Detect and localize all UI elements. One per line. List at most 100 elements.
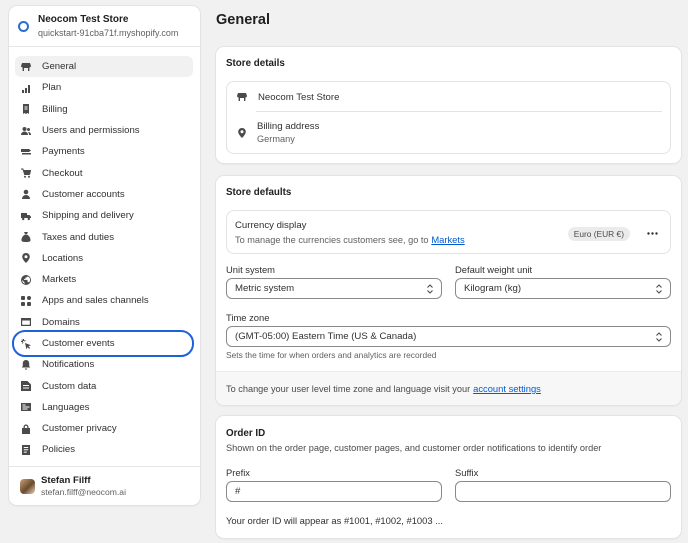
store-switcher[interactable]: Neocom Test Store quickstart-91cba71f.my… bbox=[9, 6, 200, 47]
store-name-row[interactable]: Neocom Test Store bbox=[237, 90, 339, 104]
chevron-updown-icon bbox=[656, 284, 662, 294]
language-icon bbox=[21, 402, 31, 412]
chevron-updown-icon bbox=[656, 332, 662, 342]
unit-system-label: Unit system bbox=[226, 264, 275, 275]
sidebar-item-policies[interactable]: Policies bbox=[15, 439, 193, 460]
lock-icon bbox=[21, 424, 31, 434]
chevron-updown-icon bbox=[427, 284, 433, 294]
person-icon bbox=[21, 189, 31, 200]
sidebar-item-domains[interactable]: Domains bbox=[15, 312, 193, 333]
unit-system-select[interactable]: Metric system bbox=[226, 278, 442, 299]
sidebar-item-label: Apps and sales channels bbox=[42, 295, 149, 307]
store-details-card: Store details Neocom Test Store Billing … bbox=[216, 47, 681, 163]
currency-display-desc-row: To manage the currencies customers see, … bbox=[235, 234, 465, 246]
ellipsis-icon bbox=[646, 231, 658, 235]
sidebar-item-users[interactable]: Users and permissions bbox=[15, 120, 193, 141]
location-pin-icon bbox=[238, 128, 246, 138]
sidebar-item-taxes[interactable]: Taxes and duties bbox=[15, 226, 193, 247]
prefix-input[interactable]: # bbox=[226, 481, 442, 502]
store-details-box: Neocom Test Store Billing address German… bbox=[226, 81, 671, 154]
prefix-label: Prefix bbox=[226, 467, 250, 478]
sidebar-item-label: Languages bbox=[42, 401, 90, 413]
more-actions-button[interactable] bbox=[644, 225, 660, 241]
store-icon bbox=[237, 93, 247, 101]
order-id-card: Order ID Shown on the order page, custom… bbox=[216, 416, 681, 538]
sidebar-item-label: General bbox=[42, 61, 77, 73]
sidebar-item-apps-channels[interactable]: Apps and sales channels bbox=[15, 290, 193, 311]
unit-system-value: Metric system bbox=[235, 283, 295, 294]
store-domain: quickstart-91cba71f.myshopify.com bbox=[38, 27, 179, 38]
store-name-value: Neocom Test Store bbox=[258, 91, 340, 103]
cursor-click-icon bbox=[21, 338, 31, 349]
avatar bbox=[20, 478, 35, 494]
sidebar-item-payments[interactable]: Payments bbox=[15, 141, 193, 162]
card-title: Store defaults bbox=[226, 187, 292, 198]
bell-icon bbox=[21, 359, 31, 370]
sidebar-item-notifications[interactable]: Notifications bbox=[15, 354, 193, 375]
store-name: Neocom Test Store bbox=[38, 13, 129, 25]
time-zone-value: (GMT-05:00) Eastern Time (US & Canada) bbox=[235, 331, 417, 342]
page-title: General bbox=[216, 12, 270, 28]
sidebar-item-label: Customer privacy bbox=[42, 423, 117, 435]
sidebar-item-label: Domains bbox=[42, 316, 80, 328]
sidebar-item-label: Notifications bbox=[42, 359, 95, 371]
user-account[interactable]: Stefan Filff stefan.filff@neocom.ai bbox=[9, 466, 200, 505]
account-settings-text: To change your user level time zone and … bbox=[226, 383, 471, 394]
sidebar-item-custom-data[interactable]: Custom data bbox=[15, 375, 193, 396]
order-id-description: Shown on the order page, customer pages,… bbox=[226, 443, 602, 453]
store-defaults-card: Store defaults Currency display To manag… bbox=[216, 176, 681, 405]
sidebar-item-label: Customer events bbox=[42, 338, 115, 349]
sidebar-item-billing[interactable]: Billing bbox=[15, 99, 193, 120]
location-pin-icon bbox=[21, 253, 31, 264]
sidebar-item-label: Custom data bbox=[42, 380, 97, 392]
sidebar-item-customer-accounts[interactable]: Customer accounts bbox=[15, 184, 193, 205]
sidebar-item-label: Markets bbox=[42, 274, 77, 286]
divider bbox=[256, 111, 662, 112]
payments-icon bbox=[21, 147, 31, 157]
sidebar-item-label: Taxes and duties bbox=[42, 231, 114, 243]
card-title: Order ID bbox=[226, 428, 266, 439]
users-icon bbox=[21, 126, 31, 136]
billing-address-value: Germany bbox=[257, 134, 295, 144]
time-zone-help: Sets the time for when orders and analyt… bbox=[226, 350, 437, 360]
sidebar-item-label: Payments bbox=[42, 146, 85, 158]
settings-sidebar: Neocom Test Store quickstart-91cba71f.my… bbox=[9, 6, 200, 505]
time-zone-select[interactable]: (GMT-05:00) Eastern Time (US & Canada) bbox=[226, 326, 671, 347]
globe-icon bbox=[21, 274, 31, 285]
sidebar-item-markets[interactable]: Markets bbox=[15, 269, 193, 290]
user-email: stefan.filff@neocom.ai bbox=[41, 486, 126, 497]
document-icon bbox=[21, 444, 31, 455]
weight-unit-select[interactable]: Kilogram (kg) bbox=[455, 278, 671, 299]
billing-address-label: Billing address bbox=[257, 121, 320, 132]
sidebar-item-label: Customer accounts bbox=[42, 188, 125, 200]
markets-link[interactable]: Markets bbox=[431, 234, 464, 245]
currency-display-box: Currency display To manage the currencie… bbox=[226, 210, 671, 254]
suffix-input[interactable] bbox=[455, 481, 671, 502]
cart-icon bbox=[21, 168, 31, 178]
sidebar-item-customer-events[interactable]: Customer events bbox=[15, 333, 193, 354]
time-zone-label: Time zone bbox=[226, 312, 270, 323]
sidebar-item-general[interactable]: General bbox=[15, 56, 193, 78]
store-status-icon bbox=[18, 20, 29, 32]
currency-badge: Euro (EUR €) bbox=[567, 227, 630, 241]
weight-unit-value: Kilogram (kg) bbox=[464, 283, 522, 294]
truck-icon bbox=[21, 211, 31, 221]
currency-display-desc: To manage the currencies customers see, … bbox=[235, 235, 429, 245]
sidebar-item-locations[interactable]: Locations bbox=[15, 248, 193, 269]
sidebar-item-languages[interactable]: Languages bbox=[15, 397, 193, 418]
order-id-preview: Your order ID will appear as #1001, #100… bbox=[226, 515, 443, 526]
sidebar-item-checkout[interactable]: Checkout bbox=[15, 162, 193, 183]
sidebar-item-label: Billing bbox=[42, 103, 68, 115]
store-icon bbox=[21, 62, 31, 72]
sidebar-item-label: Locations bbox=[42, 252, 84, 264]
sidebar-item-customer-privacy[interactable]: Customer privacy bbox=[15, 418, 193, 439]
sidebar-item-label: Shipping and delivery bbox=[42, 210, 134, 222]
domain-icon bbox=[21, 317, 31, 327]
weight-unit-label: Default weight unit bbox=[455, 264, 533, 275]
account-settings-link[interactable]: account settings bbox=[473, 383, 541, 394]
sidebar-item-plan[interactable]: Plan bbox=[15, 77, 193, 98]
tax-bag-icon bbox=[21, 232, 31, 243]
sidebar-item-shipping[interactable]: Shipping and delivery bbox=[15, 205, 193, 226]
suffix-label: Suffix bbox=[455, 467, 479, 478]
sidebar-item-label: Plan bbox=[42, 82, 62, 94]
